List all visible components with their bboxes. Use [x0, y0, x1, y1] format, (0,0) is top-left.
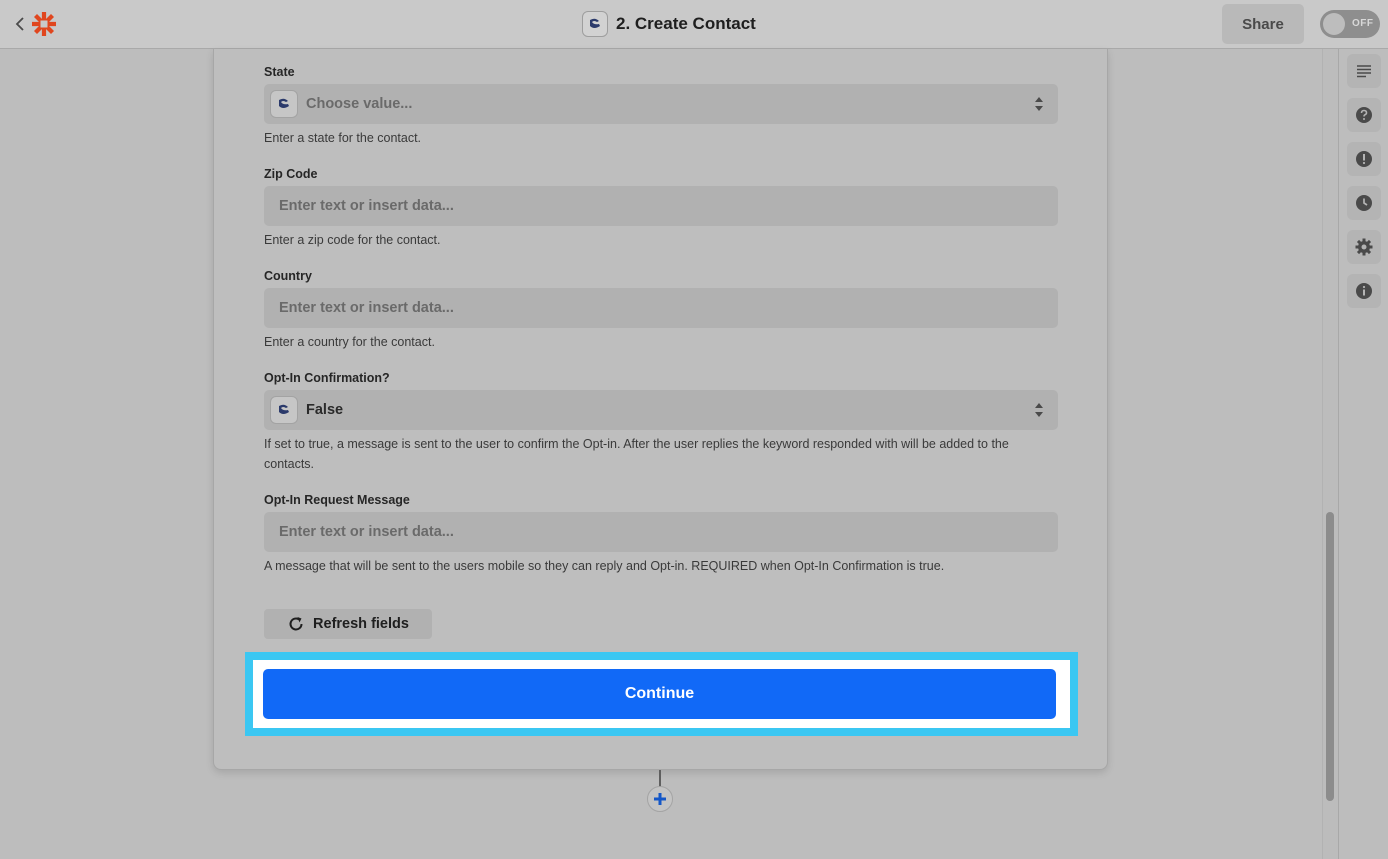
info-icon [1356, 283, 1372, 299]
country-help: Enter a country for the contact. [264, 335, 435, 349]
state-label: State [264, 65, 295, 79]
zip-label: Zip Code [264, 167, 318, 181]
toggle-knob [1323, 13, 1345, 35]
select-arrows-icon [1035, 97, 1043, 111]
country-input[interactable]: Enter text or insert data... [264, 288, 1058, 328]
plus-icon [654, 793, 666, 805]
outline-button[interactable] [1347, 54, 1381, 88]
settings-icon [1355, 238, 1373, 256]
optin-confirm-help: If set to true, a message is sent to the… [264, 437, 1009, 471]
info-button[interactable] [1347, 274, 1381, 308]
top-bar: 2. Create Contact Share OFF [0, 0, 1388, 49]
add-step-button[interactable] [647, 786, 673, 812]
state-select[interactable]: Choose value... [264, 84, 1058, 124]
optin-confirm-label: Opt-In Confirmation? [264, 371, 390, 385]
optin-message-label: Opt-In Request Message [264, 493, 410, 507]
optin-message-input[interactable]: Enter text or insert data... [264, 512, 1058, 552]
state-placeholder: Choose value... [306, 96, 413, 112]
toggle-label: OFF [1352, 18, 1374, 29]
country-placeholder: Enter text or insert data... [279, 300, 454, 316]
history-icon [1356, 195, 1372, 211]
refresh-fields-label: Refresh fields [313, 616, 409, 632]
zip-input[interactable]: Enter text or insert data... [264, 186, 1058, 226]
optin-message-placeholder: Enter text or insert data... [279, 524, 454, 540]
alerts-button[interactable] [1347, 142, 1381, 176]
state-help: Enter a state for the contact. [264, 131, 422, 145]
zapier-logo-icon[interactable] [31, 11, 57, 37]
right-sidebar [1338, 49, 1388, 859]
chevron-left-icon [15, 17, 24, 31]
app-logo-icon [582, 11, 608, 37]
optin-message-help: A message that will be sent to the users… [264, 559, 945, 573]
optin-confirm-select[interactable]: False [264, 390, 1058, 430]
history-button[interactable] [1347, 186, 1381, 220]
zip-help: Enter a zip code for the contact. [264, 233, 441, 247]
zip-placeholder: Enter text or insert data... [279, 198, 454, 214]
refresh-fields-button[interactable]: Refresh fields [264, 609, 432, 639]
scrollbar-thumb[interactable] [1326, 512, 1334, 801]
select-arrows-icon [1035, 403, 1043, 417]
optin-confirm-value: False [306, 402, 344, 418]
outline-icon [1357, 65, 1371, 78]
settings-button[interactable] [1347, 230, 1381, 264]
refresh-icon [289, 617, 303, 631]
share-button[interactable]: Share [1222, 4, 1304, 44]
continue-highlight: Continue [245, 652, 1078, 736]
continue-highlight-inner: Continue [253, 660, 1070, 728]
back-button[interactable] [10, 12, 30, 36]
zap-on-off-toggle[interactable]: OFF [1320, 10, 1380, 38]
step-title-group: 2. Create Contact [582, 11, 756, 37]
app-logo-icon [270, 396, 298, 424]
alert-icon [1356, 151, 1372, 167]
help-button[interactable] [1347, 98, 1381, 132]
step-editor-card: State Choose value... Enter a state for … [213, 49, 1108, 770]
app-logo-icon [270, 90, 298, 118]
page-title: 2. Create Contact [616, 14, 756, 33]
country-label: Country [264, 269, 312, 283]
continue-button[interactable]: Continue [263, 669, 1056, 719]
help-icon [1356, 107, 1372, 123]
